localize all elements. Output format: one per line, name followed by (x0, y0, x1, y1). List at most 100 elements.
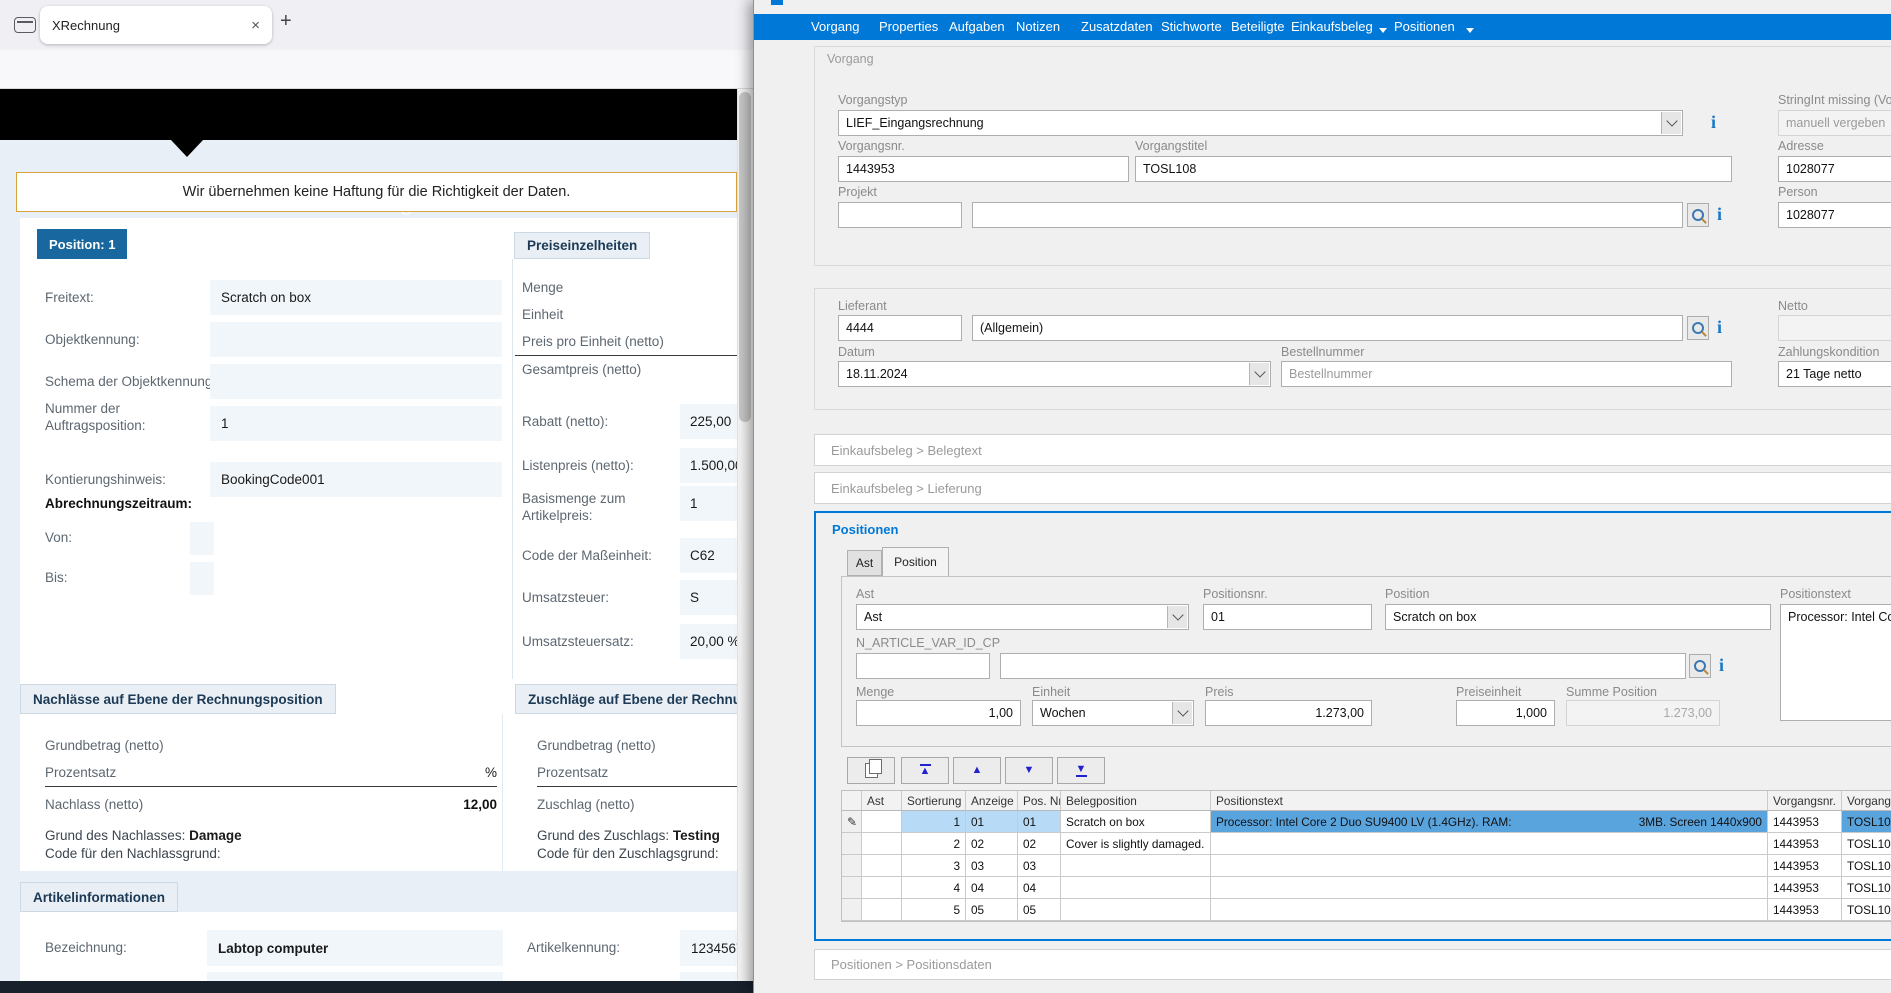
cell-positionstext: Processor: Intel Core 2 Duo SU9400 LV (1… (1211, 811, 1768, 832)
dropdown-button[interactable] (1661, 112, 1681, 134)
browser-tab[interactable]: XRechnung × (40, 6, 272, 44)
warning-banner: Wir übernehmen keine Haftung für die Ric… (16, 172, 737, 212)
menu-vorgang[interactable]: Vorgang (811, 19, 859, 34)
summe-input[interactable]: 1.273,00 (1566, 700, 1720, 726)
tab-ast[interactable]: Ast (847, 550, 882, 576)
info-icon[interactable]: i (1719, 656, 1724, 674)
magnifier-icon (1692, 322, 1704, 334)
cell-sortierung: 2 (902, 833, 966, 854)
move-down-button[interactable]: ▼ (1005, 757, 1053, 784)
info-icon[interactable]: i (1717, 318, 1722, 336)
info-icon[interactable]: i (1711, 113, 1716, 131)
cell-vorgangsnr: 1443953 (1768, 855, 1842, 876)
chevron-down-icon[interactable] (1379, 28, 1387, 33)
ast-combobox[interactable]: Ast (856, 604, 1189, 630)
position-input[interactable]: Scratch on box (1385, 604, 1771, 630)
chevron-down-icon[interactable] (1466, 28, 1474, 33)
menu-positionen[interactable]: Positionen (1394, 19, 1455, 34)
n-article-name-input[interactable] (1000, 653, 1686, 679)
move-to-bottom-button[interactable]: ▼ (1057, 757, 1105, 784)
grid-header: Vorgangsnr. (1768, 791, 1842, 810)
lieferant-nr-input[interactable]: 4444 (838, 315, 962, 341)
menu-beteiligte[interactable]: Beteiligte (1231, 19, 1284, 34)
info-icon[interactable]: i (1717, 205, 1722, 223)
field-value: BookingCode001 (210, 462, 502, 497)
vorgangstyp-combobox[interactable]: LIEF_Eingangsrechnung (838, 110, 1683, 136)
firefox-view-icon[interactable] (14, 17, 36, 33)
move-up-button[interactable]: ▲ (953, 757, 1001, 784)
browser-window: XRechnung × + ← → ↻ file:///C:/data/xRec… (0, 0, 753, 993)
adresse-input[interactable]: 1028077 (1778, 156, 1891, 182)
projekt-name-input[interactable] (972, 202, 1683, 228)
netto-input[interactable] (1778, 315, 1891, 341)
menu-aufgaben[interactable]: Aufgaben (949, 19, 1005, 34)
cell-belegposition (1061, 877, 1211, 898)
menu-properties[interactable]: Properties (879, 19, 938, 34)
grid-header-row: Ast Sortierung Anzeige Pos. Nr. Belegpos… (842, 791, 1891, 811)
einheit-combobox[interactable]: Wochen (1032, 700, 1194, 726)
active-tab-pointer (171, 140, 203, 157)
projekt-nr-input[interactable] (838, 202, 962, 228)
vorgangsnr-input[interactable]: 1443953 (838, 156, 1129, 182)
lieferant-name-input[interactable]: (Allgemein) (972, 315, 1683, 341)
collapsed-positionsdaten[interactable]: Positionen > Positionsdaten (814, 949, 1891, 980)
preis-input[interactable]: 1.273,00 (1205, 700, 1372, 726)
positionstext-label: Positionstext (1780, 587, 1851, 601)
grid-row[interactable]: 5 05 05 1443953 TOSL108 (842, 899, 1891, 921)
dropdown-button[interactable] (1172, 702, 1192, 724)
menu-zusatzdaten[interactable]: Zusatzdaten (1081, 19, 1153, 34)
menu-stichworte[interactable]: Stichworte (1161, 19, 1222, 34)
datum-label: Datum (838, 345, 875, 359)
cell-vorgangsnr: 1443953 (1768, 811, 1842, 832)
surcharge-code-label: Code für den Zuschlagsgrund: (537, 846, 719, 861)
zahlungskondition-input[interactable]: 21 Tage netto (1778, 361, 1891, 387)
chevron-down-icon (1666, 115, 1677, 126)
taskbar (0, 981, 753, 993)
menu-notizen[interactable]: Notizen (1016, 19, 1060, 34)
cell-sortierung: 1 (902, 811, 966, 832)
price-label: Preis pro Einheit (netto) (522, 334, 664, 349)
positionen-panel-title: Positionen (832, 522, 898, 537)
vorgangstitel-input[interactable]: TOSL108 (1135, 156, 1732, 182)
position-card: Position: 1 Freitext: Scratch on box Obj… (20, 218, 739, 871)
positionsnr-input[interactable]: 01 (1203, 604, 1372, 630)
menu-einkaufsbeleg[interactable]: Einkaufsbeleg (1291, 19, 1373, 34)
cell-vorgangstitel: TOSL108 (1842, 833, 1891, 854)
menge-input[interactable]: 1,00 (856, 700, 1021, 726)
discount-prozentsatz-label: Prozentsatz (45, 765, 116, 780)
chevron-down-icon (1177, 705, 1188, 716)
collapsed-lieferung[interactable]: Einkaufsbeleg > Lieferung (814, 472, 1891, 504)
tab-position[interactable]: Position (882, 547, 949, 576)
new-tab-button[interactable]: + (280, 10, 292, 33)
einheit-value: Wochen (1040, 706, 1086, 720)
cell-belegposition: Cover is slightly damaged. (1061, 833, 1211, 854)
arrow-down-icon: ▼ (1024, 765, 1035, 776)
collapsed-belegtext[interactable]: Einkaufsbeleg > Belegtext (814, 434, 1891, 466)
netto-label: Netto (1778, 299, 1808, 313)
browser-tab-strip: XRechnung × + (0, 0, 753, 50)
dropdown-button[interactable] (1167, 606, 1187, 628)
positionstext-textarea[interactable]: Processor: Intel Core 2 Duo SU9400 LV (1… (1780, 604, 1891, 721)
cell-vorgangstitel: TOSL108 (1842, 855, 1891, 876)
lookup-button[interactable] (1687, 316, 1709, 340)
person-input[interactable]: 1028077 (1778, 202, 1891, 228)
grid-row-selected[interactable]: ✎ 1 01 01 Scratch on box Processor: Inte… (842, 811, 1891, 833)
grid-row[interactable]: 2 02 02 Cover is slightly damaged. 14439… (842, 833, 1891, 855)
cell-positionstext (1211, 899, 1768, 920)
tab-close-icon[interactable]: × (251, 17, 260, 34)
datum-combobox[interactable]: 18.11.2024 (838, 361, 1271, 387)
copy-row-button[interactable] (847, 757, 895, 784)
grid-row[interactable]: 3 03 03 1443953 TOSL108 (842, 855, 1891, 877)
lookup-button[interactable] (1689, 654, 1711, 678)
stringint-input[interactable]: manuell vergeben (1778, 110, 1891, 136)
n-article-nr-input[interactable] (856, 653, 990, 679)
lookup-button[interactable] (1687, 203, 1709, 227)
cell-belegposition: Scratch on box (1061, 811, 1211, 832)
scrollbar-thumb[interactable] (739, 92, 751, 422)
preiseinheit-input[interactable]: 1,000 (1456, 700, 1555, 726)
cell-ast (862, 833, 902, 854)
grid-row[interactable]: 4 04 04 1443953 TOSL108 (842, 877, 1891, 899)
dropdown-button[interactable] (1249, 363, 1269, 385)
bestellnummer-input[interactable]: Bestellnummer (1281, 361, 1732, 387)
move-to-top-button[interactable]: ▲ (901, 757, 949, 784)
